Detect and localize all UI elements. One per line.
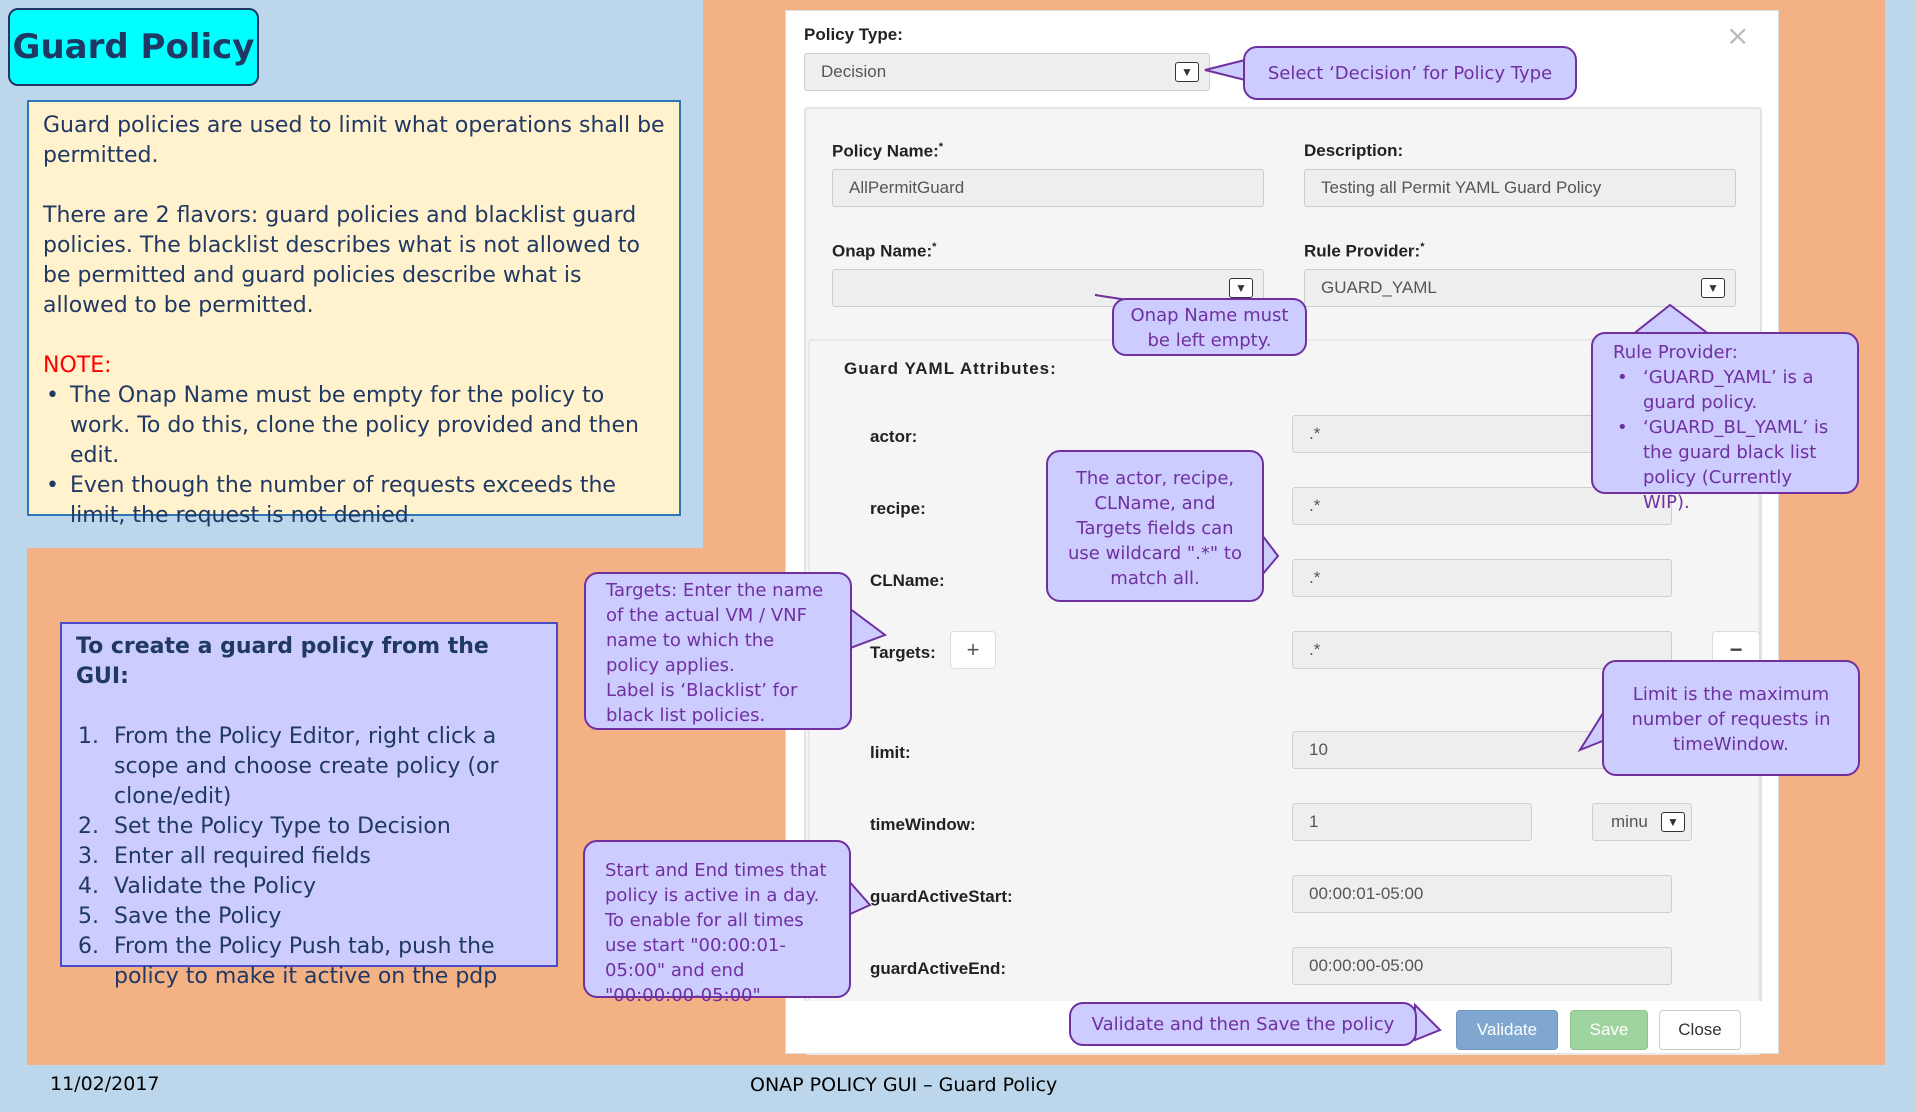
policy-fields-panel: Policy Name:* AllPermitGuard Description… xyxy=(804,107,1762,1055)
callout-validate: Validate and then Save the policy xyxy=(1069,1002,1417,1046)
policy-dialog: × Policy Type: Decision ▼ Policy Name:* … xyxy=(785,10,1779,1055)
add-target-button[interactable]: + xyxy=(950,631,996,669)
chevron-down-icon: ▼ xyxy=(1229,278,1253,298)
callout-rule-provider-bullet: • ‘GUARD_YAML’ is a guard policy. xyxy=(1617,367,1814,413)
note-list: The Onap Name must be empty for the poli… xyxy=(43,381,665,531)
close-icon[interactable]: × xyxy=(1726,19,1749,52)
targets-label: Targets: xyxy=(870,643,936,662)
policy-type-label: Policy Type: xyxy=(804,25,903,44)
rule-provider-select[interactable]: GUARD_YAML ▼ xyxy=(1304,269,1736,307)
clname-label: CLName: xyxy=(870,571,945,590)
step-text: From the Policy Editor, right click a sc… xyxy=(114,724,499,809)
slide-title: Guard Policy xyxy=(8,8,259,86)
step-text: Set the Policy Type to Decision xyxy=(114,814,451,839)
chevron-down-icon: ▼ xyxy=(1175,62,1199,82)
guard-active-end-input[interactable]: 00:00:00-05:00 xyxy=(1292,947,1672,985)
callout-onap-name: Onap Name must be left empty. xyxy=(1112,298,1307,356)
time-window-input[interactable]: 1 xyxy=(1292,803,1532,841)
save-button[interactable]: Save xyxy=(1570,1010,1648,1050)
callout-limit: Limit is the maximum number of requests … xyxy=(1602,660,1860,776)
step-number: 4. xyxy=(78,874,99,899)
callout-policy-type: Select ‘Decision’ for Policy Type xyxy=(1243,46,1577,100)
step-text: Save the Policy xyxy=(114,904,282,929)
steps-heading: To create a guard policy from the GUI: xyxy=(76,634,489,689)
close-button[interactable]: Close xyxy=(1659,1010,1741,1050)
policy-type-select[interactable]: Decision ▼ xyxy=(804,53,1210,91)
step-item: 3. Enter all required fields xyxy=(76,842,542,872)
footer-title: ONAP POLICY GUI – Guard Policy xyxy=(750,1074,1058,1096)
note-label: NOTE: xyxy=(43,353,112,378)
time-window-unit-value: minu xyxy=(1611,812,1648,831)
recipe-label: recipe: xyxy=(870,499,926,518)
attributes-heading: Guard YAML Attributes: xyxy=(844,359,1057,378)
policy-name-label: Policy Name:* xyxy=(832,141,944,161)
chevron-down-icon: ▼ xyxy=(1661,812,1685,832)
step-item: 1. From the Policy Editor, right click a … xyxy=(76,722,542,812)
onap-name-label: Onap Name:* xyxy=(832,241,937,261)
rule-provider-value: GUARD_YAML xyxy=(1321,278,1437,297)
step-text: Enter all required fields xyxy=(114,844,371,869)
description-input[interactable]: Testing all Permit YAML Guard Policy xyxy=(1304,169,1736,207)
time-window-unit-select[interactable]: minu ▼ xyxy=(1592,803,1692,841)
limit-label: limit: xyxy=(870,743,911,762)
info-paragraph-2: There are 2 flavors: guard policies and … xyxy=(43,203,640,318)
clname-input[interactable]: .* xyxy=(1292,559,1672,597)
time-window-label: timeWindow: xyxy=(870,815,976,834)
description-label: Description: xyxy=(1304,141,1404,160)
callout-targets: Targets: Enter the name of the actual VM… xyxy=(584,572,852,730)
step-item: 5. Save the Policy xyxy=(76,902,542,932)
step-item: 6. From the Policy Push tab, push the pol… xyxy=(76,932,542,992)
guard-active-start-input[interactable]: 00:00:01-05:00 xyxy=(1292,875,1672,913)
rule-provider-label: Rule Provider:* xyxy=(1304,241,1425,261)
step-text: From the Policy Push tab, push the polic… xyxy=(114,934,498,989)
step-number: 6. xyxy=(78,934,99,959)
info-box: Guard policies are used to limit what op… xyxy=(27,100,681,528)
policy-name-input[interactable]: AllPermitGuard xyxy=(832,169,1264,207)
actor-label: actor: xyxy=(870,427,918,446)
step-number: 3. xyxy=(78,844,99,869)
callout-rule-provider-title: Rule Provider: xyxy=(1613,342,1738,363)
step-item: 4. Validate the Policy xyxy=(76,872,542,902)
steps-box: To create a guard policy from the GUI: 1… xyxy=(60,622,558,989)
chevron-down-icon: ▼ xyxy=(1701,278,1725,298)
callout-wildcard: The actor, recipe, CLName, and Targets f… xyxy=(1046,450,1264,602)
validate-button[interactable]: Validate xyxy=(1456,1010,1558,1050)
step-item: 2. Set the Policy Type to Decision xyxy=(76,812,542,842)
guard-active-start-label: guardActiveStart: xyxy=(870,887,1013,906)
policy-type-value: Decision xyxy=(821,62,887,81)
note-bullet: The Onap Name must be empty for the poli… xyxy=(43,381,665,471)
info-paragraph-1: Guard policies are used to limit what op… xyxy=(43,113,665,168)
callout-times: Start and End times that policy is activ… xyxy=(583,840,851,1006)
step-number: 1. xyxy=(78,724,99,749)
step-text: Validate the Policy xyxy=(114,874,317,899)
step-number: 5. xyxy=(78,904,99,929)
steps-list: 1. From the Policy Editor, right click a … xyxy=(76,722,542,992)
step-number: 2. xyxy=(78,814,99,839)
guard-active-end-label: guardActiveEnd: xyxy=(870,959,1007,978)
note-bullet: Even though the number of requests excee… xyxy=(43,471,665,531)
footer-date: 11/02/2017 xyxy=(50,1073,160,1095)
callout-rule-provider-bullet: • ‘GUARD_BL_YAML’ is the guard black list… xyxy=(1617,417,1829,513)
callout-rule-provider: Rule Provider: • ‘GUARD_YAML’ is a guard … xyxy=(1591,332,1859,513)
